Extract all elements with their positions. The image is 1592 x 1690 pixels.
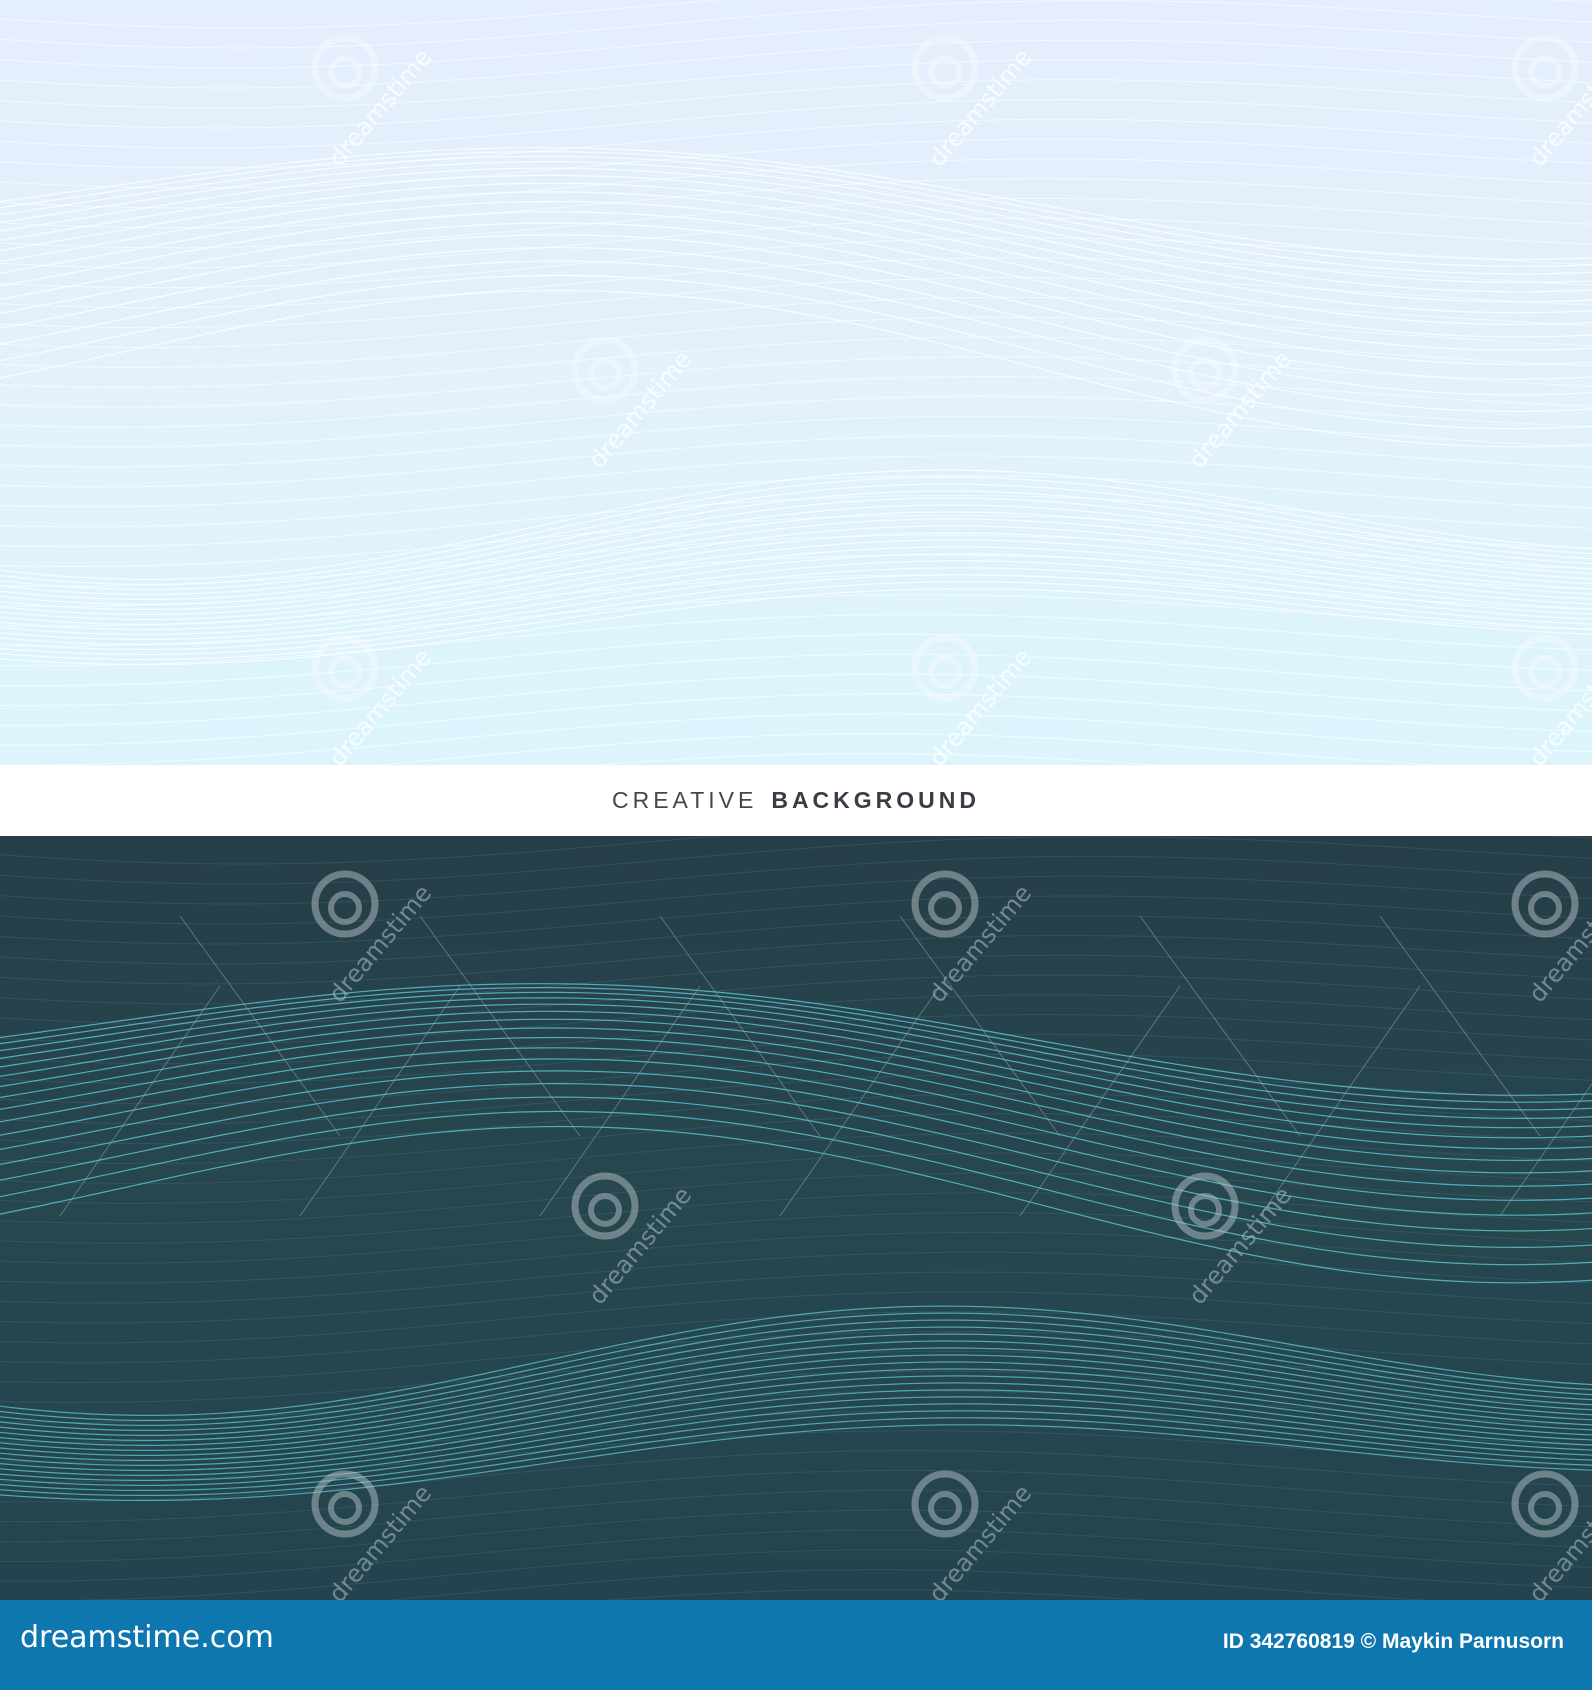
light-wave-panel: dreamstime dreamstime dreamstime dreamstime… bbox=[0, 0, 1592, 765]
watermark-spiral-icon bbox=[311, 1470, 379, 1538]
watermark-spiral-icon bbox=[1171, 336, 1239, 404]
background-wave-line bbox=[0, 395, 1592, 448]
dreamstime-logo[interactable]: dreamstime.com bbox=[20, 1620, 274, 1655]
background-wave-line bbox=[0, 39, 1592, 89]
wave-band-lower-line bbox=[0, 1410, 1592, 1491]
watermark-line bbox=[1019, 985, 1181, 1217]
title-creative: CREATIVE bbox=[612, 787, 758, 813]
title-background: BACKGROUND bbox=[771, 787, 980, 813]
wave-band-upper-line bbox=[0, 1096, 1592, 1249]
watermark-line bbox=[1379, 915, 1541, 1137]
watermark-text: dreamstime bbox=[323, 879, 437, 1007]
background-wave-line bbox=[0, 99, 1592, 149]
background-wave-line bbox=[0, 118, 1592, 169]
watermark-spiral-icon bbox=[311, 34, 379, 102]
background-wave-line bbox=[0, 336, 1592, 388]
watermark-spiral-icon bbox=[311, 870, 379, 938]
image-credit: ID 342760819 © Maykin Parnusorn bbox=[1222, 1630, 1564, 1653]
light-waves-graphic: dreamstime dreamstime dreamstimedreamstime… bbox=[0, 0, 1592, 765]
watermark-spiral-icon bbox=[571, 1172, 639, 1240]
background-wave-line bbox=[0, 915, 1592, 965]
background-wave-line bbox=[0, 1113, 1592, 1165]
watermark-spiral-icon bbox=[911, 1470, 979, 1538]
wave-band-upper-line bbox=[0, 1082, 1592, 1232]
background-wave-line bbox=[374, 733, 1446, 765]
background-wave-line bbox=[0, 79, 1592, 129]
background-wave-line bbox=[0, 1509, 1592, 1562]
background-wave-line bbox=[603, 1589, 1149, 1600]
wave-band-upper-line bbox=[0, 234, 1592, 380]
background-wave-line bbox=[0, 1152, 1592, 1204]
background-wave-line bbox=[0, 197, 1592, 249]
watermark-spiral-icon bbox=[1511, 34, 1579, 102]
background-wave-line bbox=[69, 1549, 1592, 1600]
dark-wave-panel: dreamstime dreamstime dreamstime dreamstime… bbox=[0, 836, 1592, 1600]
watermark-line bbox=[299, 985, 461, 1217]
background-wave-line bbox=[0, 1172, 1592, 1224]
background-wave-line bbox=[0, 237, 1592, 289]
watermark-spiral-icon bbox=[1511, 870, 1579, 938]
title-band: CREATIVE BACKGROUND bbox=[0, 765, 1592, 836]
background-wave-line bbox=[0, 1251, 1592, 1304]
footer-bar: dreamstime.com ID 342760819 © Maykin Par… bbox=[0, 1600, 1592, 1690]
watermark-spiral-icon bbox=[911, 34, 979, 102]
background-wave-line bbox=[0, 277, 1592, 329]
background-wave-line bbox=[0, 673, 1592, 726]
background-wave-line bbox=[385, 1569, 1429, 1600]
wave-band-upper-line bbox=[0, 246, 1592, 396]
wave-band-lower-line bbox=[0, 525, 1592, 620]
watermark-line bbox=[419, 915, 581, 1137]
wave-band-upper-line bbox=[0, 1036, 1592, 1174]
watermark-spiral-icon bbox=[311, 634, 379, 702]
background-wave-line bbox=[0, 994, 1592, 1045]
background-wave-line bbox=[0, 415, 1592, 468]
watermark-line bbox=[179, 915, 341, 1137]
background-wave-line bbox=[0, 0, 1592, 29]
wave-band-upper-line bbox=[0, 260, 1592, 413]
wave-band-lower-line bbox=[0, 1361, 1592, 1456]
background-wave-line bbox=[0, 693, 1592, 746]
watermark-spiral-icon bbox=[911, 870, 979, 938]
background-wave-line bbox=[0, 836, 1592, 865]
watermark-spiral-icon bbox=[571, 336, 639, 404]
background-wave-line bbox=[0, 895, 1592, 945]
watermark-text: dreamstime bbox=[323, 43, 437, 171]
wave-band-upper-line bbox=[0, 200, 1592, 338]
background-wave-line bbox=[0, 1033, 1592, 1085]
watermark-spiral-icon bbox=[911, 634, 979, 702]
watermark-spiral-icon bbox=[1171, 1172, 1239, 1240]
background-wave-line bbox=[0, 316, 1592, 368]
watermark-line bbox=[1259, 985, 1421, 1217]
background-wave-line bbox=[0, 713, 1592, 765]
watermark-line bbox=[1139, 915, 1301, 1137]
wave-band-lower-line bbox=[0, 574, 1592, 655]
dark-waves-graphic: dreamstime dreamstime dreamstimedreamstime… bbox=[0, 836, 1592, 1600]
background-wave-line bbox=[0, 59, 1592, 109]
wave-band-lower-line bbox=[0, 511, 1592, 610]
background-wave-line bbox=[0, 1529, 1592, 1582]
background-wave-line bbox=[0, 875, 1592, 925]
wave-band-lower-line bbox=[0, 518, 1592, 615]
watermark-line bbox=[59, 985, 221, 1217]
wave-band-lower-line bbox=[0, 1354, 1592, 1451]
background-wave-line bbox=[0, 935, 1592, 985]
wave-band-lower-line bbox=[0, 1347, 1592, 1446]
background-wave-line bbox=[0, 158, 1592, 209]
background-wave-line bbox=[0, 1231, 1592, 1284]
background-wave-line bbox=[0, 836, 1592, 885]
background-wave-line bbox=[0, 0, 1592, 49]
